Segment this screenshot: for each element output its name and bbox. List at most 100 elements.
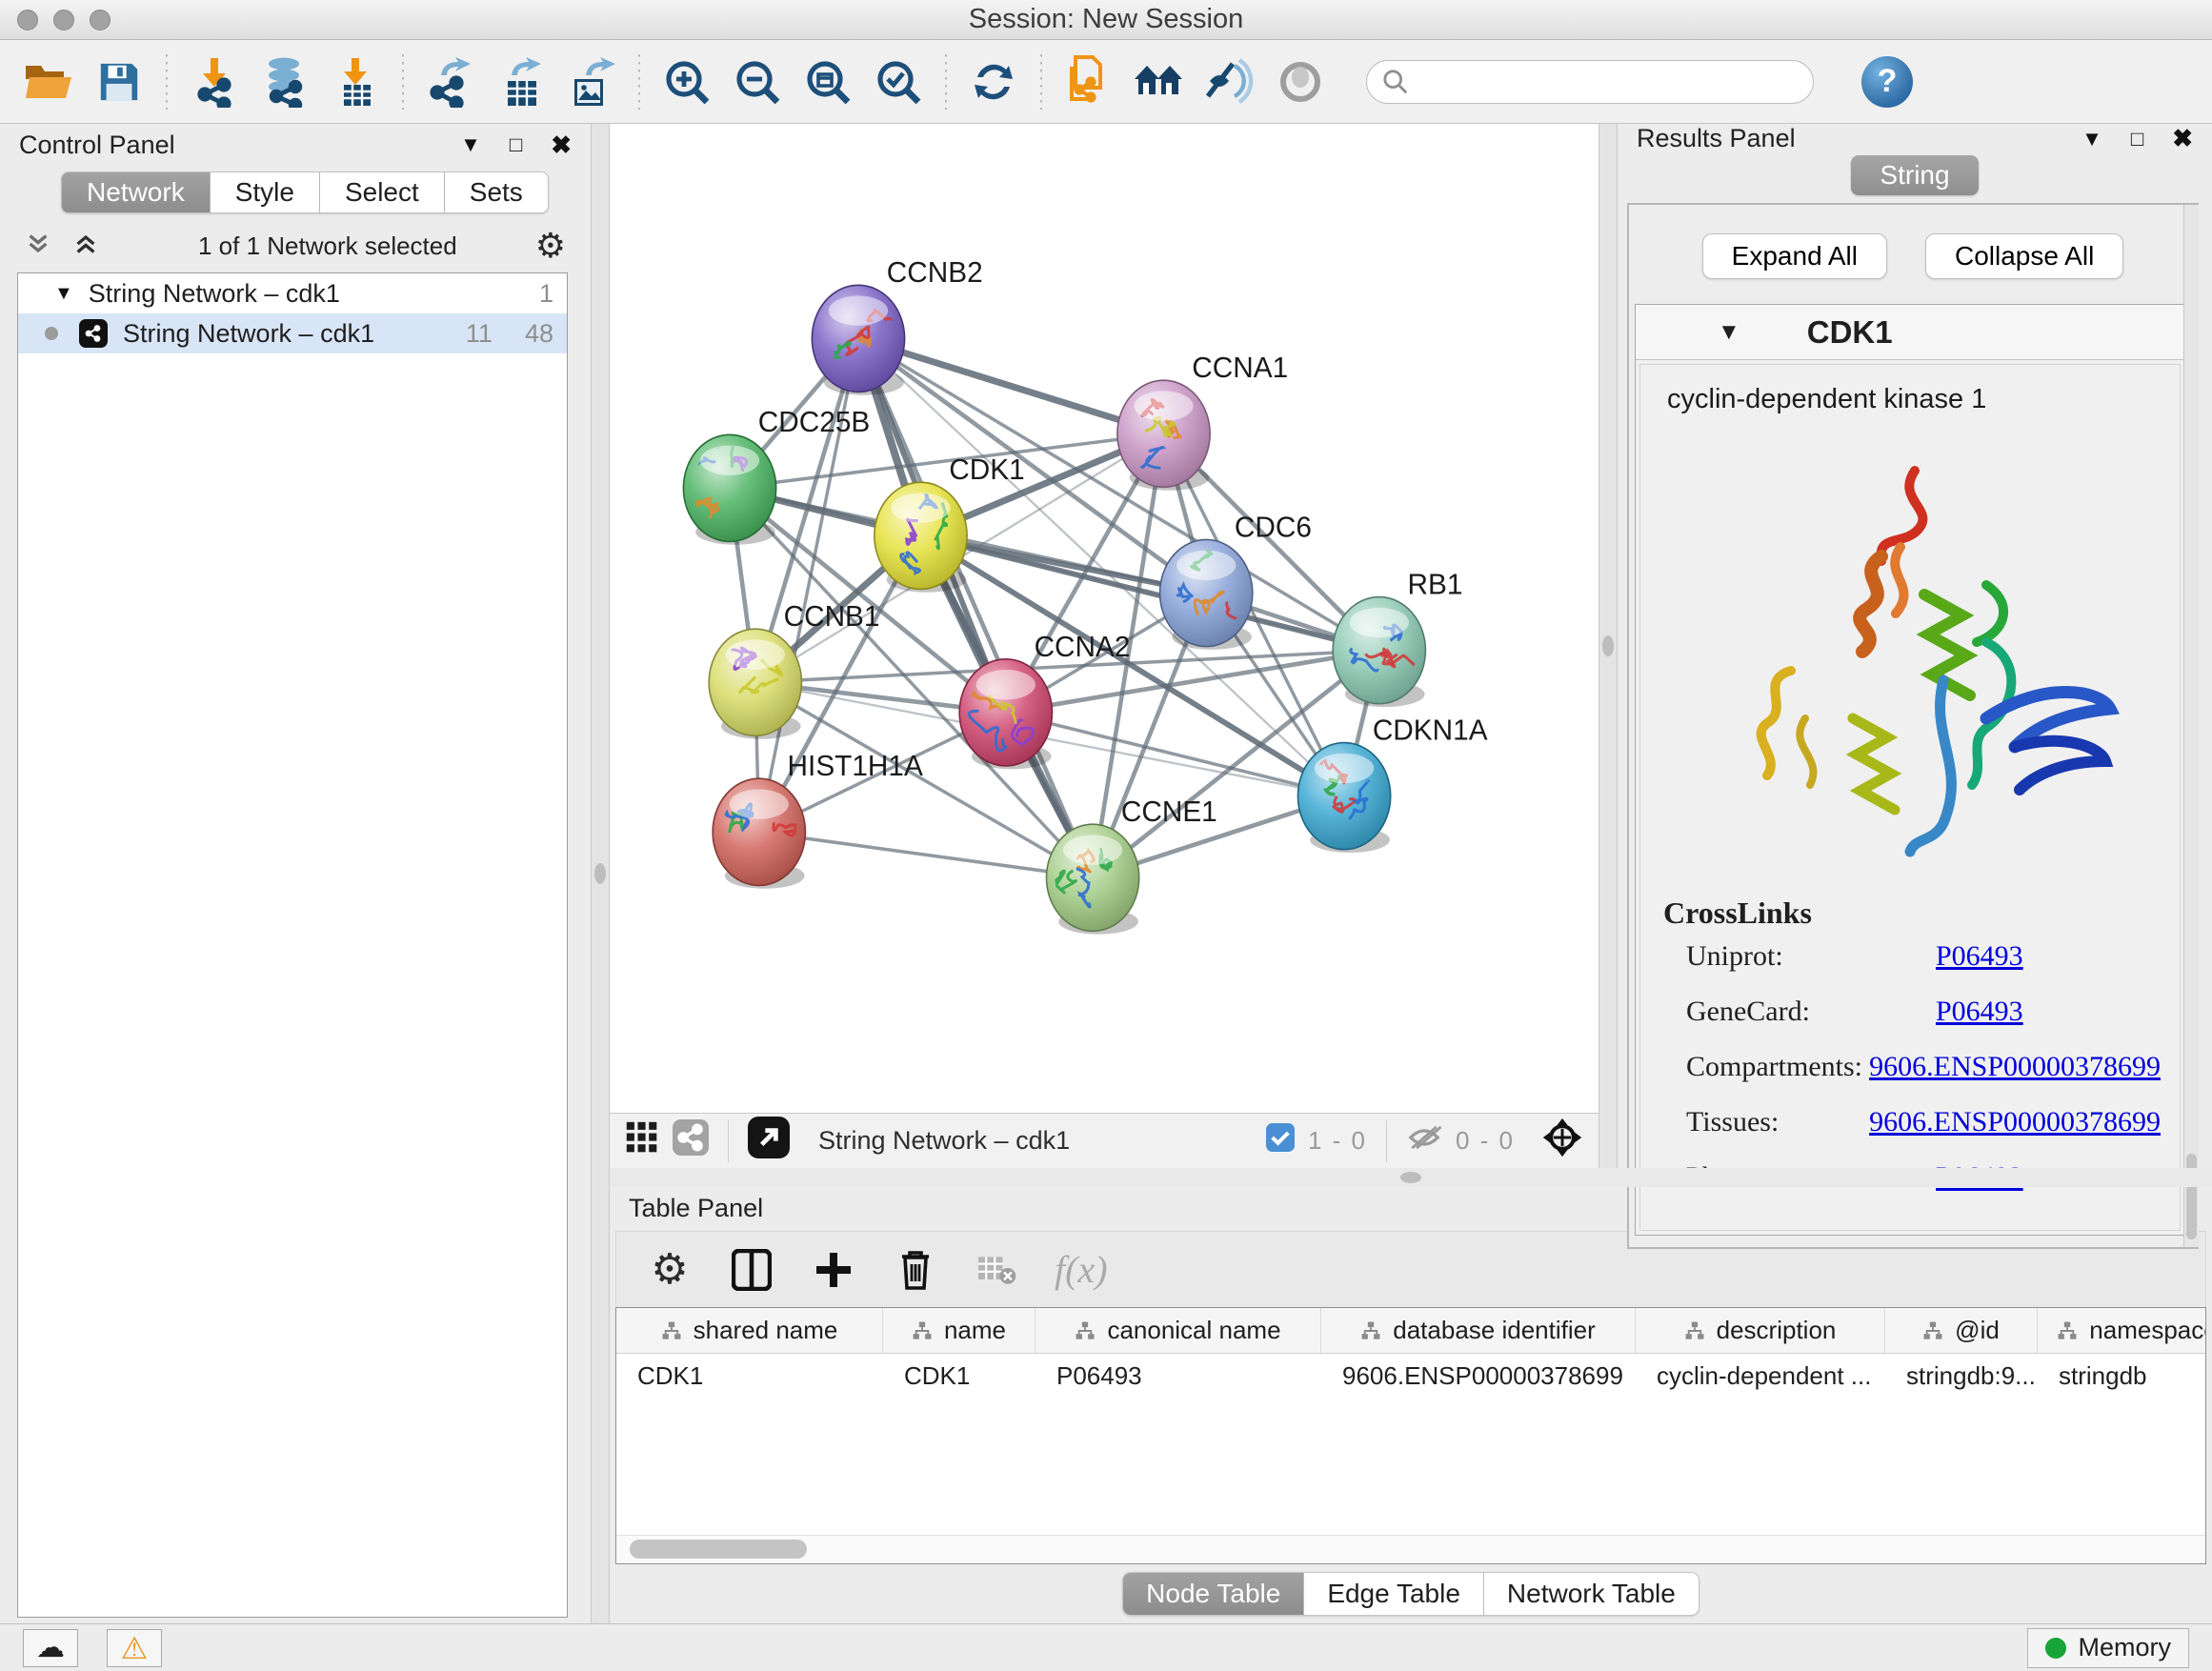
column-header-name[interactable]: name bbox=[883, 1308, 1036, 1353]
import-table-icon[interactable] bbox=[324, 51, 387, 112]
table-cell[interactable]: P06493 bbox=[1036, 1361, 1321, 1391]
warnings-button[interactable]: ⚠ bbox=[107, 1629, 162, 1667]
protein-structure-image[interactable] bbox=[1700, 433, 2120, 871]
network-options-gear-icon[interactable]: ⚙ bbox=[535, 229, 566, 263]
cloud-button[interactable]: ☁ bbox=[23, 1629, 78, 1667]
tab-string[interactable]: String bbox=[1851, 155, 1978, 195]
tree-caret-icon[interactable]: ▼ bbox=[54, 283, 73, 305]
export-table-icon[interactable] bbox=[490, 51, 553, 112]
save-session-icon[interactable] bbox=[88, 51, 151, 112]
selected-count: 1 - 0 bbox=[1308, 1126, 1367, 1156]
horizontal-splitter[interactable] bbox=[610, 1168, 2212, 1187]
zoom-in-icon[interactable] bbox=[655, 51, 718, 112]
tab-node-table[interactable]: Node Table bbox=[1122, 1572, 1304, 1616]
tab-edge-table[interactable]: Edge Table bbox=[1304, 1572, 1484, 1616]
column-header-canonical-name[interactable]: canonical name bbox=[1036, 1308, 1321, 1353]
table-cell[interactable]: cyclin-dependent ... bbox=[1636, 1361, 1885, 1391]
network-node-CDKN1A[interactable] bbox=[1297, 743, 1390, 854]
network-tree-root-row[interactable]: ▼ String Network – cdk1 1 bbox=[18, 273, 567, 313]
results-panel-menu-icon[interactable]: ▼ bbox=[2081, 127, 2102, 151]
network-edge-CCNB2-CCNA1[interactable] bbox=[858, 338, 1164, 433]
search-input[interactable] bbox=[1418, 67, 1798, 96]
network-node-CDC25B[interactable] bbox=[675, 433, 776, 545]
zoom-selected-icon[interactable] bbox=[867, 51, 930, 112]
home-icon[interactable] bbox=[1128, 51, 1191, 112]
control-panel-menu-icon[interactable]: ▼ bbox=[460, 132, 481, 157]
network-share-icon[interactable] bbox=[673, 1119, 709, 1162]
network-canvas[interactable]: CCNB2CCNA1CDC25BCDK1CDC6RB1CCNB1CCNA2CDK… bbox=[610, 124, 1599, 1113]
hide-annotations-icon[interactable] bbox=[1198, 51, 1261, 112]
results-scrollbar[interactable] bbox=[2183, 205, 2199, 1247]
results-panel-float-icon[interactable]: □ bbox=[2131, 127, 2143, 151]
preview-eye-icon[interactable] bbox=[1269, 51, 1332, 112]
crosslink-link[interactable]: P06493 bbox=[1936, 996, 2023, 1028]
crosslink-link[interactable]: 9606.ENSP00000378699 bbox=[1869, 1106, 2161, 1138]
network-node-HIST1H1A[interactable] bbox=[713, 778, 805, 889]
tree-child-label: String Network – cdk1 bbox=[123, 319, 374, 349]
right-splitter[interactable] bbox=[1599, 124, 1618, 1168]
crosslink-link[interactable]: P06493 bbox=[1936, 940, 2023, 973]
column-header-namespace[interactable]: namespace bbox=[2038, 1308, 2206, 1353]
network-edge-CCNA2-CDKN1A[interactable] bbox=[1006, 713, 1344, 796]
network-node-CCNB2[interactable] bbox=[812, 285, 904, 395]
table-cell[interactable]: CDK1 bbox=[883, 1361, 1036, 1391]
column-header-shared-name[interactable]: shared name bbox=[616, 1308, 883, 1353]
table-hscrollbar[interactable] bbox=[616, 1535, 2205, 1563]
fit-selection-crosshair-icon[interactable] bbox=[1541, 1117, 1583, 1165]
tab-network[interactable]: Network bbox=[61, 171, 211, 213]
function-builder-icon[interactable]: f(x) bbox=[1055, 1247, 1108, 1292]
add-column-icon[interactable] bbox=[809, 1251, 858, 1289]
delete-table-icon[interactable] bbox=[973, 1255, 1022, 1285]
table-cell[interactable]: 9606.ENSP00000378699 bbox=[1321, 1361, 1636, 1391]
network-edge-HIST1H1A-CCNE1[interactable] bbox=[759, 832, 1093, 877]
network-node-CCNA1[interactable] bbox=[1117, 380, 1210, 491]
results-panel-close-icon[interactable]: ✖ bbox=[2172, 124, 2193, 153]
zoom-out-icon[interactable] bbox=[726, 51, 789, 112]
import-network-icon[interactable] bbox=[183, 51, 246, 112]
table-cell[interactable]: stringdb:9... bbox=[1885, 1361, 2038, 1391]
export-image-icon[interactable] bbox=[560, 51, 623, 112]
crosslink-label: Uniprot: bbox=[1686, 940, 1936, 973]
network-node-CCNB1[interactable] bbox=[709, 629, 801, 739]
selected-checkbox-icon[interactable] bbox=[1266, 1123, 1295, 1158]
open-in-new-window-icon[interactable] bbox=[748, 1117, 790, 1165]
tab-style[interactable]: Style bbox=[211, 171, 320, 213]
delete-column-icon[interactable] bbox=[891, 1249, 940, 1291]
network-node-CDK1[interactable] bbox=[875, 482, 967, 593]
network-edge-CCNB2-CCNE1[interactable] bbox=[858, 338, 1093, 877]
protein-collapse-icon[interactable]: ▼ bbox=[1718, 319, 1740, 346]
expand-all-button[interactable]: Expand All bbox=[1702, 233, 1887, 279]
collapse-all-button[interactable]: Collapse All bbox=[1925, 233, 2123, 279]
column-header-database-identifier[interactable]: database identifier bbox=[1321, 1308, 1636, 1353]
memory-button[interactable]: Memory bbox=[2027, 1628, 2189, 1668]
tab-sets[interactable]: Sets bbox=[445, 171, 549, 213]
birdseye-view-icon[interactable] bbox=[625, 1120, 659, 1161]
control-panel-close-icon[interactable]: ✖ bbox=[551, 131, 572, 160]
column-header-description[interactable]: description bbox=[1636, 1308, 1885, 1353]
control-panel-float-icon[interactable]: □ bbox=[510, 132, 522, 157]
network-node-RB1[interactable] bbox=[1333, 597, 1425, 708]
network-tree-child-row[interactable]: String Network – cdk1 11 48 bbox=[18, 313, 567, 353]
table-settings-gear-icon[interactable]: ⚙ bbox=[645, 1249, 694, 1291]
clone-network-icon[interactable] bbox=[1057, 51, 1120, 112]
help-button[interactable]: ? bbox=[1861, 56, 1913, 108]
expand-all-networks-icon[interactable] bbox=[72, 231, 99, 262]
show-columns-icon[interactable] bbox=[727, 1249, 776, 1291]
hidden-eye-icon[interactable] bbox=[1406, 1121, 1442, 1160]
open-session-icon[interactable] bbox=[17, 51, 80, 112]
network-node-CCNE1[interactable] bbox=[1046, 824, 1138, 935]
tab-select[interactable]: Select bbox=[320, 171, 445, 213]
refresh-icon[interactable] bbox=[962, 51, 1025, 112]
zoom-fit-icon[interactable] bbox=[796, 51, 859, 112]
table-cell[interactable]: CDK1 bbox=[616, 1361, 883, 1391]
left-splitter[interactable] bbox=[591, 124, 610, 1623]
column-header-@id[interactable]: @id bbox=[1885, 1308, 2038, 1353]
network-node-CCNA2[interactable] bbox=[959, 659, 1052, 770]
network-node-CDC6[interactable] bbox=[1160, 539, 1256, 650]
table-cell[interactable]: stringdb bbox=[2038, 1361, 2206, 1391]
export-network-icon[interactable] bbox=[419, 51, 482, 112]
crosslink-link[interactable]: 9606.ENSP00000378699 bbox=[1869, 1051, 2161, 1083]
import-database-icon[interactable] bbox=[253, 51, 316, 112]
collapse-all-networks-icon[interactable] bbox=[25, 231, 51, 262]
tab-network-table[interactable]: Network Table bbox=[1484, 1572, 1699, 1616]
